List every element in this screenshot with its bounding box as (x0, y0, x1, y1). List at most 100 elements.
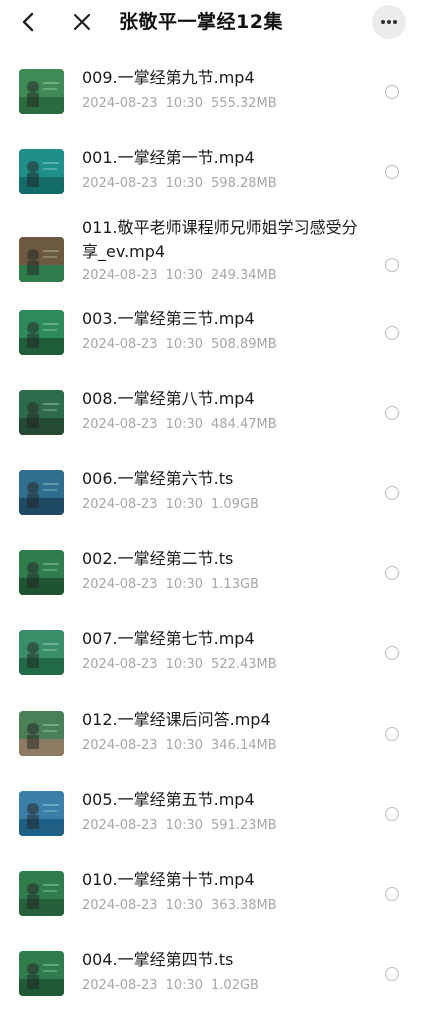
file-list-item[interactable]: 005.一掌经第五节.mp4 2024-08-23 10:30 591.23MB (0, 766, 424, 846)
file-date: 2024-08-23 (82, 497, 158, 512)
select-radio[interactable] (385, 325, 399, 340)
file-size: 508.89MB (211, 336, 277, 352)
file-name: 008.一掌经第八节.mp4 (82, 388, 255, 408)
file-size: 1.13GB (211, 577, 259, 593)
top-bar: 张敬平一掌经12集 (0, 0, 424, 44)
select-radio[interactable] (385, 806, 399, 821)
back-arrow-icon[interactable] (14, 8, 42, 36)
select-radio[interactable] (385, 726, 399, 741)
file-size: 249.34MB (211, 268, 277, 284)
video-thumbnail-image (19, 550, 64, 596)
file-name: 007.一掌经第七节.mp4 (82, 629, 255, 649)
file-size: 555.32MB (211, 96, 277, 111)
file-date: 2024-08-23 (82, 416, 158, 432)
file-time: 10:30 (165, 497, 204, 512)
file-size: 591.23MB (211, 817, 277, 833)
file-date: 2024-08-23 (82, 577, 158, 593)
file-date: 2024-08-23 (82, 817, 158, 833)
file-time: 10:30 (165, 96, 204, 111)
video-thumbnail-image (19, 69, 64, 114)
file-time: 10:30 (165, 176, 204, 192)
file-name: 012.一掌经课后问答.mp4 (82, 709, 271, 729)
file-meta: 2024-08-23 10:30 598.28MB (82, 175, 285, 193)
file-name: 011.敬平老师课程师兄师姐学习感受分享_ev.mp4 (82, 218, 358, 262)
file-date: 2024-08-23 (82, 737, 158, 753)
file-meta: 2024-08-23 10:30 249.34MB (82, 267, 285, 285)
file-date: 2024-08-23 (82, 336, 158, 352)
file-name: 003.一掌经第三节.mp4 (82, 308, 255, 328)
file-date: 2024-08-23 (82, 268, 158, 284)
file-list-item[interactable]: 008.一掌经第八节.mp4 2024-08-23 10:30 484.47MB (0, 365, 424, 445)
file-size: 598.28MB (211, 176, 277, 192)
file-name: 002.一掌经第二节.ts (82, 549, 234, 569)
video-thumbnail-image (19, 309, 64, 355)
video-thumbnail-image (19, 790, 64, 836)
video-thumbnail-image (19, 470, 64, 515)
file-size: 522.43MB (211, 657, 277, 673)
file-time: 10:30 (165, 737, 204, 753)
file-name: 005.一掌经第五节.mp4 (82, 789, 255, 809)
file-name: 004.一掌经第四节.ts (82, 950, 234, 970)
video-thumbnail-image (19, 389, 64, 435)
file-time: 10:30 (165, 416, 204, 432)
video-thumbnail-image (19, 630, 64, 676)
file-list-item[interactable]: 002.一掌经第二节.ts 2024-08-23 10:30 1.13GB (0, 525, 424, 605)
file-date: 2024-08-23 (82, 657, 158, 673)
file-list-item[interactable]: 006.一掌经第六节.ts 2024-08-23 10:30 1.09GB (0, 445, 424, 525)
video-thumbnail-image (19, 951, 64, 997)
file-list-item[interactable]: 009.一掌经第九节.mp4 2024-08-23 10:30 555.32MB (0, 44, 424, 124)
file-meta: 2024-08-23 10:30 1.13GB (82, 576, 267, 594)
file-date: 2024-08-23 (82, 96, 158, 111)
file-meta: 2024-08-23 10:30 1.02GB (82, 977, 267, 995)
video-thumbnail-image (19, 871, 64, 916)
file-time: 10:30 (165, 336, 204, 352)
file-time: 10:30 (165, 657, 204, 673)
select-radio[interactable] (385, 165, 399, 180)
select-radio[interactable] (385, 566, 399, 581)
file-size: 484.47MB (211, 416, 277, 432)
select-radio[interactable] (385, 646, 399, 661)
file-list-item[interactable]: 012.一掌经课后问答.mp4 2024-08-23 10:30 346.14MB (0, 686, 424, 766)
file-size: 346.14MB (211, 737, 277, 753)
video-thumbnail-image (19, 237, 64, 283)
select-radio[interactable] (385, 258, 399, 273)
select-radio[interactable] (385, 85, 399, 99)
file-size: 1.02GB (211, 978, 259, 994)
file-list-item[interactable]: 004.一掌经第四节.ts 2024-08-23 10:30 1.02GB (0, 926, 424, 1006)
video-thumbnail-image (19, 710, 64, 756)
page-title: 张敬平一掌经12集 (119, 11, 283, 33)
file-list: 009.一掌经第九节.mp4 2024-08-23 10:30 555.32MB 001… (0, 44, 424, 1024)
file-time: 10:30 (165, 898, 204, 913)
file-list-item[interactable]: 003.一掌经第三节.mp4 2024-08-23 10:30 508.89MB (0, 285, 424, 365)
file-date: 2024-08-23 (82, 978, 158, 994)
video-thumbnail-image (19, 149, 64, 195)
file-date: 2024-08-23 (82, 898, 158, 913)
file-size: 1.09GB (211, 497, 259, 512)
file-list-item[interactable]: 011.敬平老师课程师兄师姐学习感受分享_ev.mp4 2024-08-23 10:… (0, 204, 424, 284)
file-name: 006.一掌经第六节.ts (82, 469, 234, 488)
close-icon[interactable] (68, 8, 96, 36)
file-meta: 2024-08-23 10:30 555.32MB (82, 95, 285, 113)
file-name: 009.一掌经第九节.mp4 (82, 68, 255, 87)
file-list-item[interactable]: 010.一掌经第十节.mp4 2024-08-23 10:30 363.38MB (0, 846, 424, 926)
file-time: 10:30 (165, 577, 204, 593)
file-meta: 2024-08-23 10:30 484.47MB (82, 416, 285, 434)
select-radio[interactable] (385, 967, 399, 982)
file-meta: 2024-08-23 10:30 522.43MB (82, 656, 285, 674)
file-time: 10:30 (165, 978, 204, 994)
file-meta: 2024-08-23 10:30 508.89MB (82, 336, 285, 354)
file-date: 2024-08-23 (82, 176, 158, 192)
file-name: 001.一掌经第一节.mp4 (82, 148, 255, 168)
file-name: 010.一掌经第十节.mp4 (82, 870, 255, 889)
select-radio[interactable] (385, 887, 399, 901)
file-time: 10:30 (165, 268, 204, 284)
more-options-icon[interactable] (372, 5, 406, 39)
select-radio[interactable] (385, 486, 399, 500)
file-list-item[interactable]: 007.一掌经第七节.mp4 2024-08-23 10:30 522.43MB (0, 605, 424, 685)
file-meta: 2024-08-23 10:30 1.09GB (82, 496, 267, 514)
select-radio[interactable] (385, 405, 399, 420)
file-meta: 2024-08-23 10:30 346.14MB (82, 737, 285, 755)
file-meta: 2024-08-23 10:30 363.38MB (82, 897, 285, 915)
file-list-item[interactable]: 001.一掌经第一节.mp4 2024-08-23 10:30 598.28MB (0, 124, 424, 204)
file-size: 363.38MB (211, 898, 277, 913)
